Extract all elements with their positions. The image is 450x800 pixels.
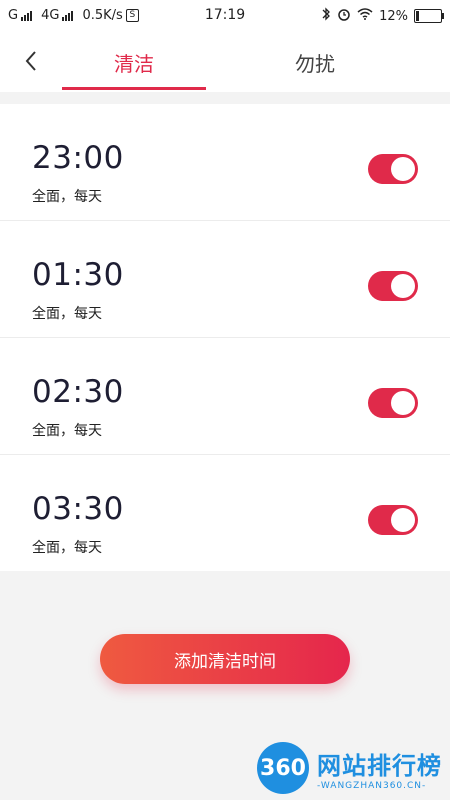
status-bar: G 4G 0.5K/s S 17:19 12% — [0, 0, 450, 32]
back-button[interactable] — [16, 46, 46, 76]
header-divider — [0, 92, 450, 104]
tab-dnd-label: 勿扰 — [295, 51, 335, 76]
schedule-toggle[interactable] — [368, 505, 418, 535]
status-right: 12% — [321, 7, 444, 25]
schedule-toggle[interactable] — [368, 154, 418, 184]
schedule-time: 23:00 — [32, 140, 124, 176]
schedule-time: 02:30 — [32, 374, 124, 410]
schedule-detail: 全面，每天 — [32, 306, 102, 322]
add-clean-time-button[interactable]: 添加清洁时间 — [100, 634, 350, 684]
watermark-url: -WANGZHAN360.CN- — [317, 780, 427, 791]
schedule-item[interactable]: 01:30 全面，每天 — [0, 221, 450, 338]
schedule-detail: 全面，每天 — [32, 540, 102, 556]
tab-clean[interactable]: 清洁 — [62, 32, 206, 92]
watermark: 360 网站排行榜 -WANGZHAN360.CN- — [257, 742, 442, 794]
alarm-icon — [337, 7, 351, 25]
tab-active-indicator — [62, 87, 206, 90]
chevron-left-icon — [25, 51, 36, 71]
schedule-item[interactable]: 03:30 全面，每天 — [0, 455, 450, 571]
tab-do-not-disturb[interactable]: 勿扰 — [243, 32, 387, 92]
battery-icon — [414, 9, 444, 23]
schedule-item[interactable]: 02:30 全面，每天 — [0, 338, 450, 455]
tab-clean-label: 清洁 — [114, 51, 154, 76]
schedule-toggle[interactable] — [368, 271, 418, 301]
watermark-logo: 360 — [257, 742, 309, 794]
bluetooth-icon — [321, 7, 331, 25]
schedule-time: 01:30 — [32, 257, 124, 293]
header: 清洁 勿扰 — [0, 32, 450, 92]
wifi-icon — [357, 8, 373, 24]
schedule-detail: 全面，每天 — [32, 189, 102, 205]
schedule-item[interactable]: 23:00 全面，每天 — [0, 104, 450, 221]
schedule-list: 23:00 全面，每天 01:30 全面，每天 02:30 全面，每天 03:3… — [0, 104, 450, 571]
schedule-toggle[interactable] — [368, 388, 418, 418]
watermark-title: 网站排行榜 — [317, 751, 442, 780]
battery-percent: 12% — [379, 8, 408, 24]
schedule-time: 03:30 — [32, 491, 124, 527]
schedule-detail: 全面，每天 — [32, 423, 102, 439]
